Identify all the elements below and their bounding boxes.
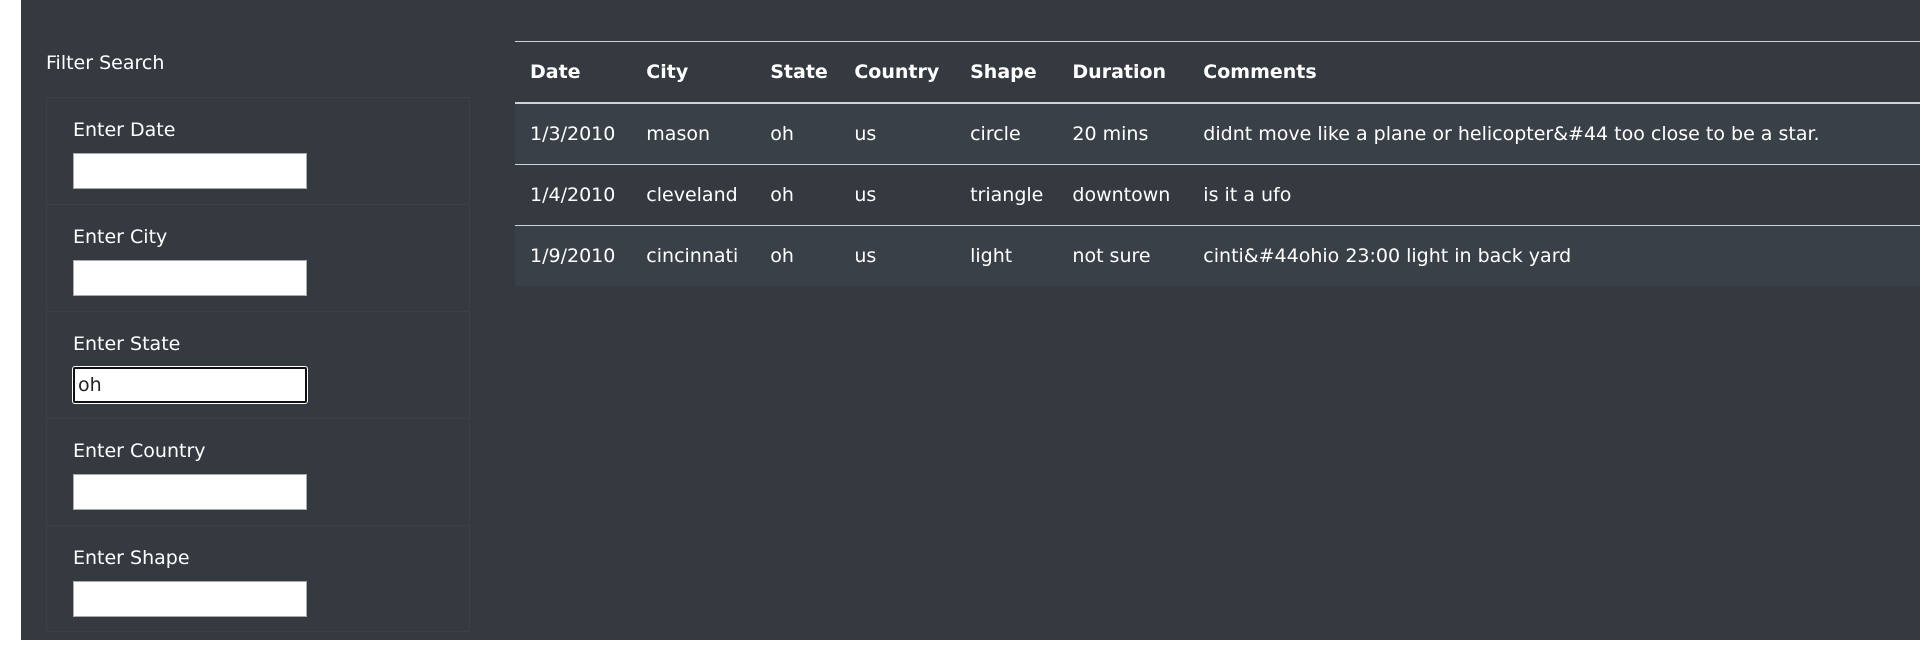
date-input[interactable] <box>73 153 307 189</box>
date-label: Enter Date <box>73 119 176 141</box>
country-label: Enter Country <box>73 440 206 462</box>
cell-country: us <box>854 123 877 145</box>
filter-search-title: Filter Search <box>46 52 165 74</box>
ufo-table: Date City State Country Shape Duration C… <box>515 41 1920 286</box>
table-row: 1/9/2010 cincinnati oh us light not sure… <box>515 225 1920 286</box>
page: Filter Search Enter Date Enter City Ente… <box>21 0 1920 640</box>
cell-date: 1/4/2010 <box>530 184 616 206</box>
shape-label: Enter Shape <box>73 547 190 569</box>
filter-item-country: Enter Country <box>47 419 469 526</box>
state-label: Enter State <box>73 333 181 355</box>
cell-state: oh <box>770 123 794 145</box>
shape-input[interactable] <box>73 581 307 617</box>
filter-item-city: Enter City <box>47 205 469 312</box>
filter-item-shape: Enter Shape <box>47 526 469 633</box>
country-input[interactable] <box>73 474 307 510</box>
cell-date: 1/9/2010 <box>530 245 616 267</box>
state-input[interactable] <box>73 367 307 403</box>
header-duration: Duration <box>1072 61 1167 83</box>
cell-shape: circle <box>970 123 1021 145</box>
cell-comments: is it a ufo <box>1203 184 1292 206</box>
ufo-table-container: Date City State Country Shape Duration C… <box>515 41 1920 286</box>
cell-comments: cinti&#44ohio 23:00 light in back yard <box>1203 245 1572 267</box>
header-state: State <box>770 61 828 83</box>
filter-panel: Enter Date Enter City Enter State Enter … <box>46 97 470 632</box>
filter-item-state: Enter State <box>47 312 469 419</box>
cell-shape: triangle <box>970 184 1044 206</box>
table-row: 1/3/2010 mason oh us circle 20 mins didn… <box>515 103 1920 165</box>
cell-shape: light <box>970 245 1013 267</box>
city-label: Enter City <box>73 226 168 248</box>
cell-country: us <box>854 184 877 206</box>
cell-date: 1/3/2010 <box>530 123 616 145</box>
header-city: City <box>646 61 689 83</box>
cell-duration: 20 mins <box>1072 123 1149 145</box>
cell-state: oh <box>770 245 794 267</box>
cell-duration: downtown <box>1072 184 1171 206</box>
cell-country: us <box>854 245 877 267</box>
header-date: Date <box>530 61 581 83</box>
city-input[interactable] <box>73 260 307 296</box>
header-comments: Comments <box>1203 61 1317 83</box>
filter-item-date: Enter Date <box>47 98 469 205</box>
header-country: Country <box>854 61 940 83</box>
table-header-row: Date City State Country Shape Duration C… <box>515 41 1920 103</box>
header-shape: Shape <box>970 61 1037 83</box>
cell-city: mason <box>646 123 711 145</box>
table-row: 1/4/2010 cleveland oh us triangle downto… <box>515 164 1920 226</box>
cell-state: oh <box>770 184 794 206</box>
cell-city: cincinnati <box>646 245 739 267</box>
cell-comments: didnt move like a plane or helicopter&#4… <box>1203 123 1820 145</box>
cell-city: cleveland <box>646 184 738 206</box>
cell-duration: not sure <box>1072 245 1151 267</box>
